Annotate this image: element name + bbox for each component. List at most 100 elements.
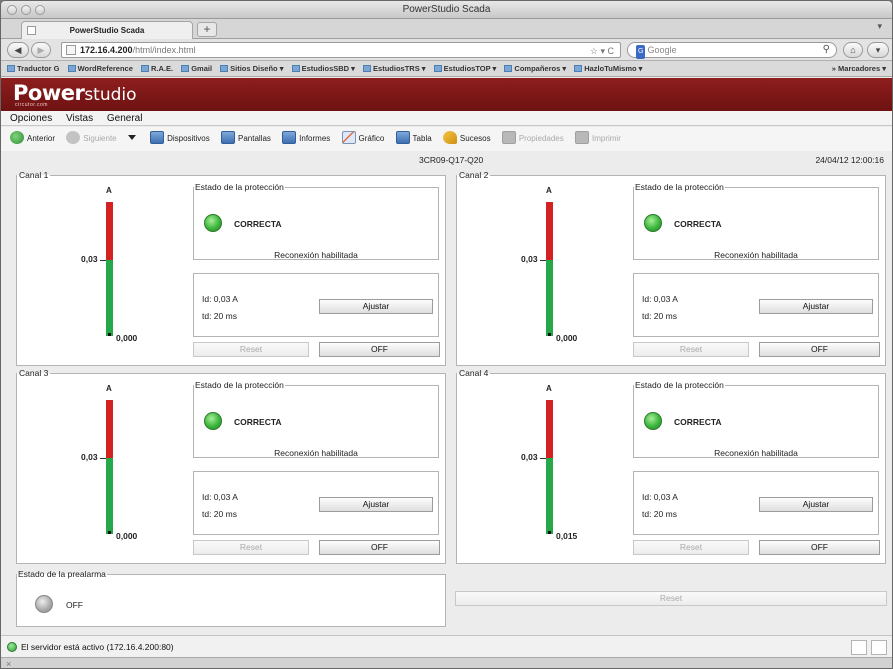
toolbar-anterior-button[interactable]: Anterior xyxy=(10,127,55,151)
menu-vistas[interactable]: Vistas xyxy=(66,113,93,124)
devices-icon xyxy=(150,131,165,144)
protection-status-box: Estado de la protección CORRECTA Reconex… xyxy=(193,182,439,260)
bookmark-folder[interactable]: HazloTuMismo ▾ xyxy=(574,61,642,76)
chart-icon xyxy=(341,131,356,144)
browser-tab[interactable]: PowerStudio Scada xyxy=(21,21,193,39)
off-button[interactable]: OFF xyxy=(319,342,440,357)
toolbar-sucesos-button[interactable]: Sucesos xyxy=(442,127,491,151)
minimize-window-icon[interactable] xyxy=(21,5,31,15)
reset-button[interactable]: Reset xyxy=(193,342,309,357)
toolbar-propiedades-button[interactable]: Propiedades xyxy=(501,127,564,151)
current-bar xyxy=(106,400,113,534)
ajustar-button[interactable]: Ajustar xyxy=(759,497,873,512)
url-tools[interactable]: ☆ ▾ C xyxy=(590,44,614,58)
bookmark-icon xyxy=(181,65,190,72)
toolbar-siguiente-button[interactable]: Siguiente xyxy=(66,127,117,151)
reset-button[interactable]: Reset xyxy=(633,540,749,555)
bookmark-folder[interactable]: EstudiosTOP ▾ xyxy=(433,61,496,76)
toolbar-grafico-button[interactable]: Gráfico xyxy=(341,127,384,151)
bar-unit-label: A xyxy=(546,384,552,393)
tab-list-icon[interactable]: ▾ xyxy=(877,21,882,32)
device-name: 3CR09-Q17-Q20 xyxy=(419,155,484,165)
toolbar-history-dropdown[interactable] xyxy=(127,127,139,151)
status-box xyxy=(871,640,887,655)
menu-opciones[interactable]: Opciones xyxy=(10,113,52,124)
bookmark-folder[interactable]: EstudiosSBD ▾ xyxy=(291,61,355,76)
toolbar-tabla-button[interactable]: Tabla xyxy=(395,127,432,151)
bookmark-item[interactable]: WordReference xyxy=(67,61,133,76)
home-button[interactable]: ⌂ xyxy=(843,42,863,58)
reset-button[interactable]: Reset xyxy=(193,540,309,555)
bookmark-folder[interactable]: Compañeros ▾ xyxy=(504,61,566,76)
reports-icon xyxy=(282,131,297,144)
ajustar-button[interactable]: Ajustar xyxy=(759,299,873,314)
channel-title: Canal 3 xyxy=(19,368,49,378)
off-button[interactable]: OFF xyxy=(319,540,440,555)
ajustar-button[interactable]: Ajustar xyxy=(319,497,433,512)
window-title: PowerStudio Scada xyxy=(402,4,491,15)
brand-header: Powerstudio circutor.com xyxy=(1,78,892,111)
browser-forward-button[interactable]: ▶ xyxy=(31,42,51,58)
bar-green-zone xyxy=(106,260,113,336)
server-status-text: El servidor está activo (172.16.4.200:80… xyxy=(21,642,174,652)
search-input[interactable]: G Google ⚲ xyxy=(627,42,837,59)
id-setting: Id: 0,03 A xyxy=(642,294,678,304)
status-led-icon xyxy=(204,214,222,232)
prealarm-panel: Estado de la prealarma OFF xyxy=(16,569,446,627)
bar-unit-label: A xyxy=(106,384,112,393)
settings-box: Id: 0,03 A td: 20 ms Ajustar xyxy=(633,273,879,337)
td-setting: td: 20 ms xyxy=(642,509,677,519)
bookmark-item[interactable]: Traductor G xyxy=(7,61,60,76)
url-field[interactable]: 172.16.4.200/html/index.html ☆ ▾ C xyxy=(61,42,621,58)
channel-panel-2: Canal 2 A 0,03 0,000 Estado de la protec… xyxy=(456,170,886,366)
threshold-label: 0,03 xyxy=(521,452,538,462)
id-setting: Id: 0,03 A xyxy=(202,492,238,502)
bookmark-item[interactable]: R.A.E. xyxy=(141,61,173,76)
reconnection-status: Reconexión habilitada xyxy=(274,250,358,260)
search-icon[interactable]: ⚲ xyxy=(823,43,830,57)
toolbar-pantallas-button[interactable]: Pantallas xyxy=(221,127,271,151)
reset-button[interactable]: Reset xyxy=(633,342,749,357)
menu-general[interactable]: General xyxy=(107,113,143,124)
toolbar-imprimir-button[interactable]: Imprimir xyxy=(574,127,621,151)
toolbar-informes-button[interactable]: Informes xyxy=(282,127,330,151)
off-button[interactable]: OFF xyxy=(759,540,880,555)
browser-back-button[interactable]: ◀ xyxy=(7,42,29,58)
global-reset-button[interactable]: Reset xyxy=(455,591,887,606)
events-icon xyxy=(442,131,457,144)
print-icon xyxy=(574,131,589,144)
bookmark-item[interactable]: Gmail xyxy=(181,61,212,76)
url-host: 172.16.4.200 xyxy=(80,45,133,55)
off-button[interactable]: OFF xyxy=(759,342,880,357)
ajustar-button[interactable]: Ajustar xyxy=(319,299,433,314)
status-led-icon xyxy=(644,214,662,232)
close-window-icon[interactable] xyxy=(7,5,17,15)
bookmarks-menu[interactable]: » Marcadores ▾ xyxy=(832,61,886,76)
channel-title: Canal 1 xyxy=(19,170,49,180)
app-menu-bar: Opciones Vistas General xyxy=(1,111,892,126)
browser-window: PowerStudio Scada PowerStudio Scada + ▾ … xyxy=(0,0,893,669)
current-bar xyxy=(546,202,553,336)
toolbar-dispositivos-button[interactable]: Dispositivos xyxy=(150,127,210,151)
bar-current-marker xyxy=(108,333,111,336)
zoom-window-icon[interactable] xyxy=(35,5,45,15)
close-addon-bar-icon[interactable]: × xyxy=(6,659,11,668)
current-bar xyxy=(546,400,553,534)
google-icon: G xyxy=(636,45,646,59)
bookmark-folder[interactable]: Sitios Diseño ▾ xyxy=(220,61,283,76)
dropdown-arrow-icon xyxy=(127,135,136,140)
channel-panel-4: Canal 4 A 0,03 0,015 Estado de la protec… xyxy=(456,368,886,564)
bookmark-folder[interactable]: EstudiosTRS ▾ xyxy=(363,61,426,76)
window-titlebar[interactable]: PowerStudio Scada xyxy=(1,1,892,19)
new-tab-button[interactable]: + xyxy=(197,22,217,37)
protection-status-title: Estado de la protección xyxy=(635,380,724,390)
bookmarks-bar: Traductor G WordReference R.A.E. Gmail S… xyxy=(1,61,892,77)
protection-status-value: CORRECTA xyxy=(234,417,282,427)
td-setting: td: 20 ms xyxy=(202,509,237,519)
status-box xyxy=(851,640,867,655)
forward-arrow-icon xyxy=(66,131,81,144)
search-placeholder: Google xyxy=(647,45,677,55)
app-status-bar: El servidor está activo (172.16.4.200:80… xyxy=(1,635,892,657)
bar-current-marker xyxy=(548,333,551,336)
browser-menu-button[interactable]: ▾ xyxy=(867,42,889,58)
